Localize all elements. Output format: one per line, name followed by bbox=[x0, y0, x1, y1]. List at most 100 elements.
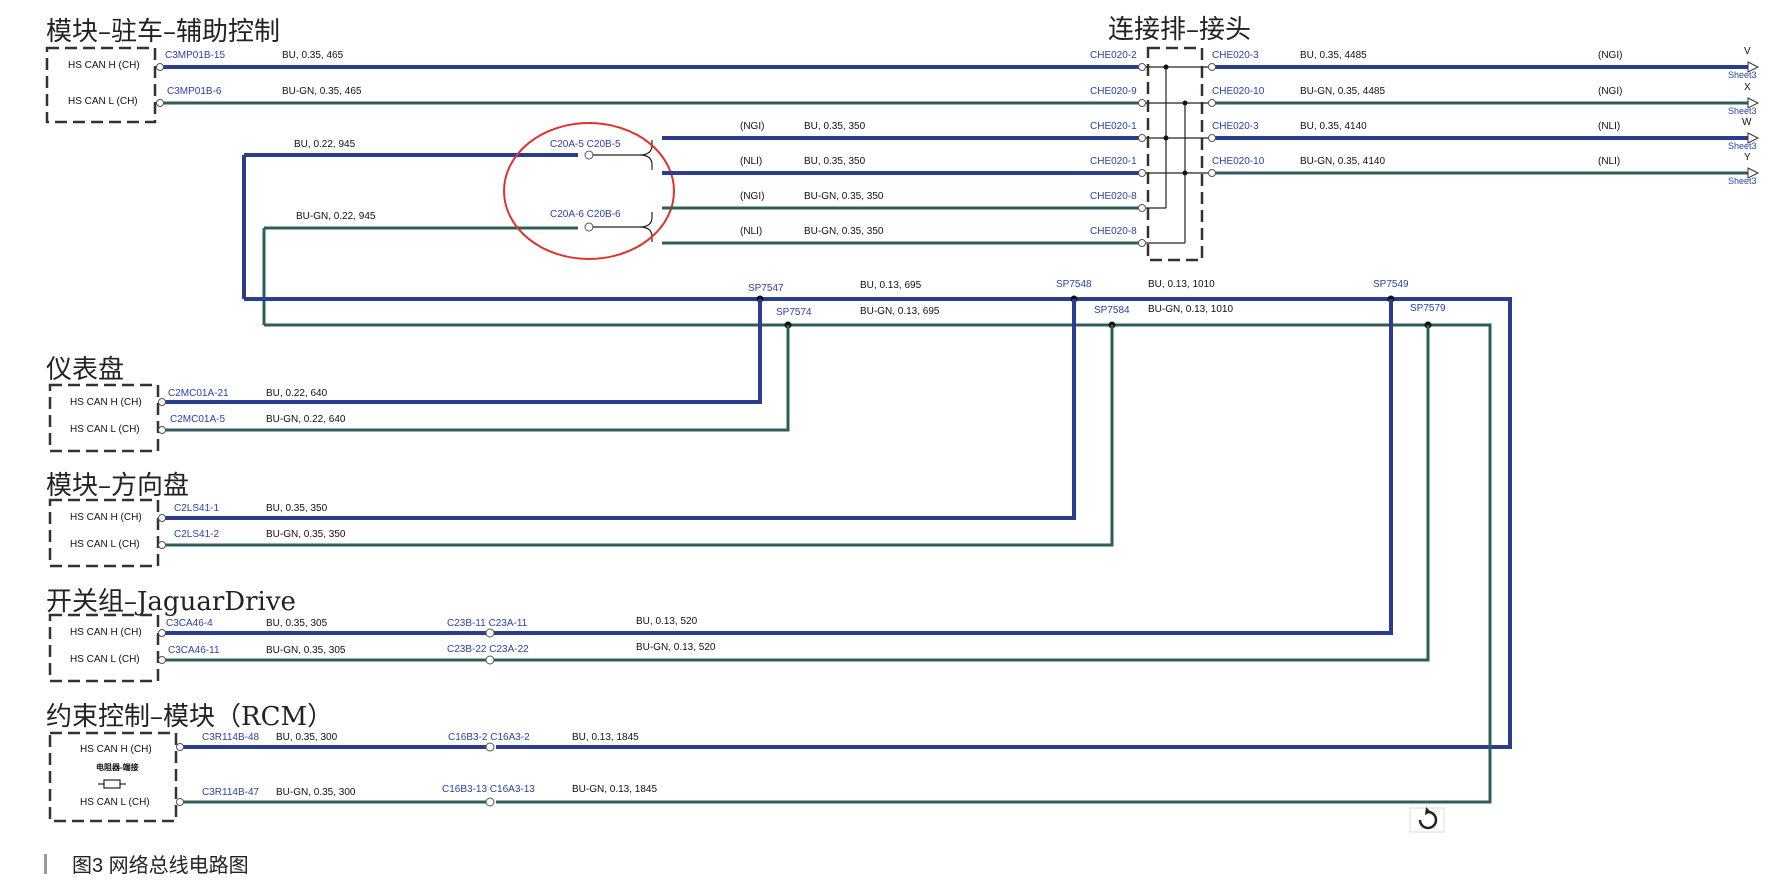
branch-2-tag: (NLI) bbox=[740, 156, 762, 167]
jaguar-module-box bbox=[48, 613, 160, 683]
splice-sp7574: SP7574 bbox=[776, 307, 812, 318]
out-y-sheet: Sheet3 bbox=[1728, 176, 1757, 186]
out-y-letter: Y bbox=[1744, 152, 1751, 163]
page-mark-icon bbox=[1409, 807, 1445, 833]
jaguar-l-connector: C3CA46-11 bbox=[168, 645, 220, 656]
rcm-resistor-label: 电阻器-端接 bbox=[96, 762, 139, 772]
jaguar-h-connector: C3CA46-4 bbox=[166, 618, 213, 629]
parking-can-h-label: HS CAN H (CH) bbox=[68, 60, 140, 71]
jaguar-can-h-wire2 bbox=[494, 299, 1393, 635]
jaguar-can-l-wire2 bbox=[494, 325, 1430, 662]
out-w-tag: (NLI) bbox=[1598, 121, 1620, 132]
steering-l-wire-spec: BU-GN, 0.35, 350 bbox=[266, 529, 346, 540]
jaguar-h-wire2-spec: BU, 0.13, 520 bbox=[636, 616, 698, 627]
junction-left-3: CHE020-1 bbox=[1090, 121, 1137, 132]
splice-l-in-spec: BU-GN, 0.22, 945 bbox=[296, 211, 376, 222]
branch-4-tag: (NLI) bbox=[740, 226, 762, 237]
cluster-can-h-wire bbox=[162, 299, 762, 404]
steering-module-title: 模块–方向盘 bbox=[46, 471, 189, 501]
cluster-l-wire-spec: BU-GN, 0.22, 640 bbox=[266, 414, 346, 425]
junction-left-5: CHE020-8 bbox=[1090, 191, 1137, 202]
junction-right-4: CHE020-10 bbox=[1212, 156, 1265, 167]
rcm-l-wire-spec: BU-GN, 0.35, 300 bbox=[276, 787, 356, 798]
splice-h-connector: C20A-5 C20B-5 bbox=[550, 139, 621, 150]
jaguar-h-wire-spec: BU, 0.35, 305 bbox=[266, 618, 328, 629]
branch-1-tag: (NGI) bbox=[740, 121, 764, 132]
out-x-tag: (NGI) bbox=[1598, 86, 1622, 97]
bus-l-spec-1: BU-GN, 0.13, 695 bbox=[860, 306, 940, 317]
splice-sp7548: SP7548 bbox=[1056, 279, 1092, 290]
cluster-h-connector: C2MC01A-21 bbox=[168, 388, 229, 399]
jaguar-can-h-label: HS CAN H (CH) bbox=[70, 627, 142, 638]
splice-sp7584: SP7584 bbox=[1094, 305, 1130, 316]
rcm-l-connector: C3R114B-47 bbox=[202, 787, 260, 798]
out-w-sheet: Sheet3 bbox=[1728, 141, 1757, 151]
parking-l-wire-spec: BU-GN, 0.35, 465 bbox=[282, 86, 362, 97]
rcm-can-l-label: HS CAN L (CH) bbox=[80, 797, 150, 808]
bus-h-spec-2: BU, 0.13, 1010 bbox=[1148, 279, 1215, 290]
junction-box bbox=[1146, 46, 1204, 262]
out-v-letter: V bbox=[1744, 46, 1751, 57]
out-x-letter: X bbox=[1744, 82, 1751, 93]
jaguar-l-wire2-spec: BU-GN, 0.13, 520 bbox=[636, 642, 716, 653]
out-y-tag: (NLI) bbox=[1598, 156, 1620, 167]
bus-l-spec-2: BU-GN, 0.13, 1010 bbox=[1148, 304, 1233, 315]
cluster-can-l-label: HS CAN L (CH) bbox=[70, 424, 140, 435]
out-w-letter: W bbox=[1742, 117, 1752, 128]
out-x-spec: BU-GN, 0.35, 4485 bbox=[1300, 86, 1385, 97]
rcm-can-h-label: HS CAN H (CH) bbox=[80, 744, 152, 755]
jaguar-h-inline: C23B-11 C23A-11 bbox=[447, 618, 528, 629]
jaguar-module-title: 开关组–JaguarDrive bbox=[46, 587, 296, 617]
jaguar-can-l-label: HS CAN L (CH) bbox=[70, 654, 140, 665]
steering-h-connector: C2LS41-1 bbox=[174, 503, 219, 514]
steering-l-connector: C2LS41-2 bbox=[174, 529, 219, 540]
bus-can-h bbox=[244, 297, 1512, 749]
rcm-module-title: 约束控制–模块（RCM） bbox=[46, 702, 333, 732]
cluster-can-l-wire bbox=[162, 325, 790, 432]
parking-h-connector: C3MP01B-15 bbox=[165, 50, 225, 61]
cluster-h-wire-spec: BU, 0.22, 640 bbox=[266, 388, 328, 399]
jaguar-l-wire-spec: BU-GN, 0.35, 305 bbox=[266, 645, 346, 656]
cluster-module-box bbox=[48, 383, 160, 453]
out-w-spec: BU, 0.35, 4140 bbox=[1300, 121, 1367, 132]
branch-3-spec: BU-GN, 0.35, 350 bbox=[804, 191, 884, 202]
steering-h-wire-spec: BU, 0.35, 350 bbox=[266, 503, 328, 514]
junction-left-6: CHE020-8 bbox=[1090, 226, 1137, 237]
branch-3-tag: (NGI) bbox=[740, 191, 764, 202]
branch-4-spec: BU-GN, 0.35, 350 bbox=[804, 226, 884, 237]
junction-title: 连接排–接头 bbox=[1108, 15, 1251, 45]
resistor-icon bbox=[98, 779, 126, 789]
splice-l-connector: C20A-6 C20B-6 bbox=[550, 209, 621, 220]
bus-h-spec-1: BU, 0.13, 695 bbox=[860, 280, 922, 291]
steering-can-h-wire bbox=[162, 299, 1076, 520]
branch-1-spec: BU, 0.35, 350 bbox=[804, 121, 866, 132]
circuit-diagram: 模块–驻车–辅助控制 连接排–接头 仪表盘 模块–方向盘 开关组–JaguarD… bbox=[44, 15, 1760, 877]
jaguar-l-inline: C23B-22 C23A-22 bbox=[447, 644, 529, 655]
rcm-h-inline: C16B3-2 C16A3-2 bbox=[448, 732, 530, 743]
parking-l-connector: C3MP01B-6 bbox=[167, 86, 222, 97]
splice-sp7547: SP7547 bbox=[748, 283, 784, 294]
out-y-spec: BU-GN, 0.35, 4140 bbox=[1300, 156, 1385, 167]
parking-h-wire-spec: BU, 0.35, 465 bbox=[282, 50, 344, 61]
cluster-module-title: 仪表盘 bbox=[46, 355, 124, 385]
steering-can-h-label: HS CAN H (CH) bbox=[70, 512, 142, 523]
out-x-sheet: Sheet3 bbox=[1728, 106, 1757, 116]
cluster-can-h-label: HS CAN H (CH) bbox=[70, 397, 142, 408]
rcm-h-wire2-spec: BU, 0.13, 1845 bbox=[572, 732, 639, 743]
rcm-h-connector: C3R114B-48 bbox=[202, 732, 260, 743]
junction-right-3: CHE020-3 bbox=[1212, 121, 1259, 132]
out-v-tag: (NGI) bbox=[1598, 50, 1622, 61]
caption-bar bbox=[44, 854, 47, 874]
junction-left-4: CHE020-1 bbox=[1090, 156, 1137, 167]
bus-can-l bbox=[264, 323, 1492, 804]
splice-sp7579: SP7579 bbox=[1410, 303, 1446, 314]
figure-caption: 图3 网络总线电路图 bbox=[72, 854, 249, 877]
parking-module-title: 模块–驻车–辅助控制 bbox=[46, 17, 280, 47]
junction-right-2: CHE020-10 bbox=[1212, 86, 1265, 97]
steering-can-l-label: HS CAN L (CH) bbox=[70, 539, 140, 550]
splice-sp7549: SP7549 bbox=[1373, 279, 1409, 290]
junction-right-1: CHE020-3 bbox=[1212, 50, 1259, 61]
junction-left-1: CHE020-2 bbox=[1090, 50, 1137, 61]
out-v-spec: BU, 0.35, 4485 bbox=[1300, 50, 1367, 61]
branch-2-spec: BU, 0.35, 350 bbox=[804, 156, 866, 167]
